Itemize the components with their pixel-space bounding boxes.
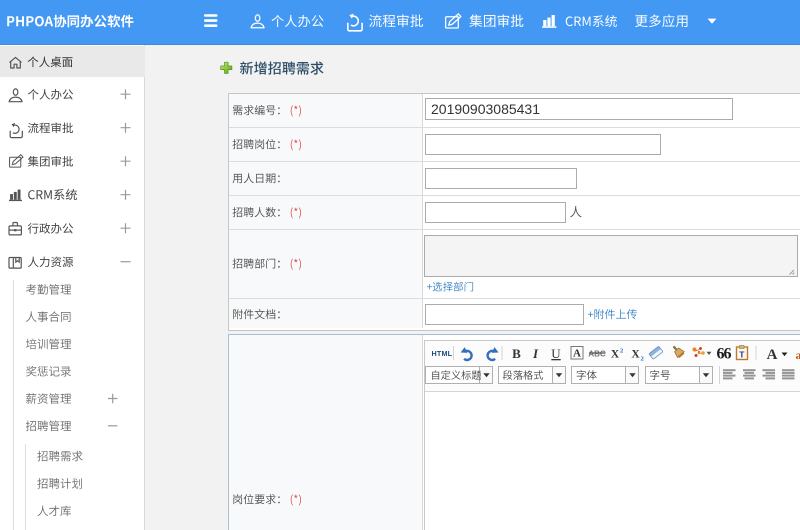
svg-text:2: 2 bbox=[641, 356, 644, 363]
svg-text:U: U bbox=[551, 346, 561, 361]
svg-text:a: a bbox=[796, 348, 800, 362]
svg-text:HTML: HTML bbox=[432, 349, 453, 358]
svg-text:X: X bbox=[611, 349, 620, 361]
svg-text:B: B bbox=[512, 346, 521, 361]
svg-text:X: X bbox=[631, 349, 640, 361]
svg-text:2: 2 bbox=[620, 348, 623, 355]
svg-text:A: A bbox=[767, 347, 778, 363]
svg-text:A: A bbox=[573, 348, 581, 360]
svg-text:66: 66 bbox=[717, 346, 732, 363]
svg-text:T: T bbox=[739, 350, 745, 360]
svg-text:ABC: ABC bbox=[588, 350, 606, 359]
svg-text:I: I bbox=[532, 346, 539, 361]
